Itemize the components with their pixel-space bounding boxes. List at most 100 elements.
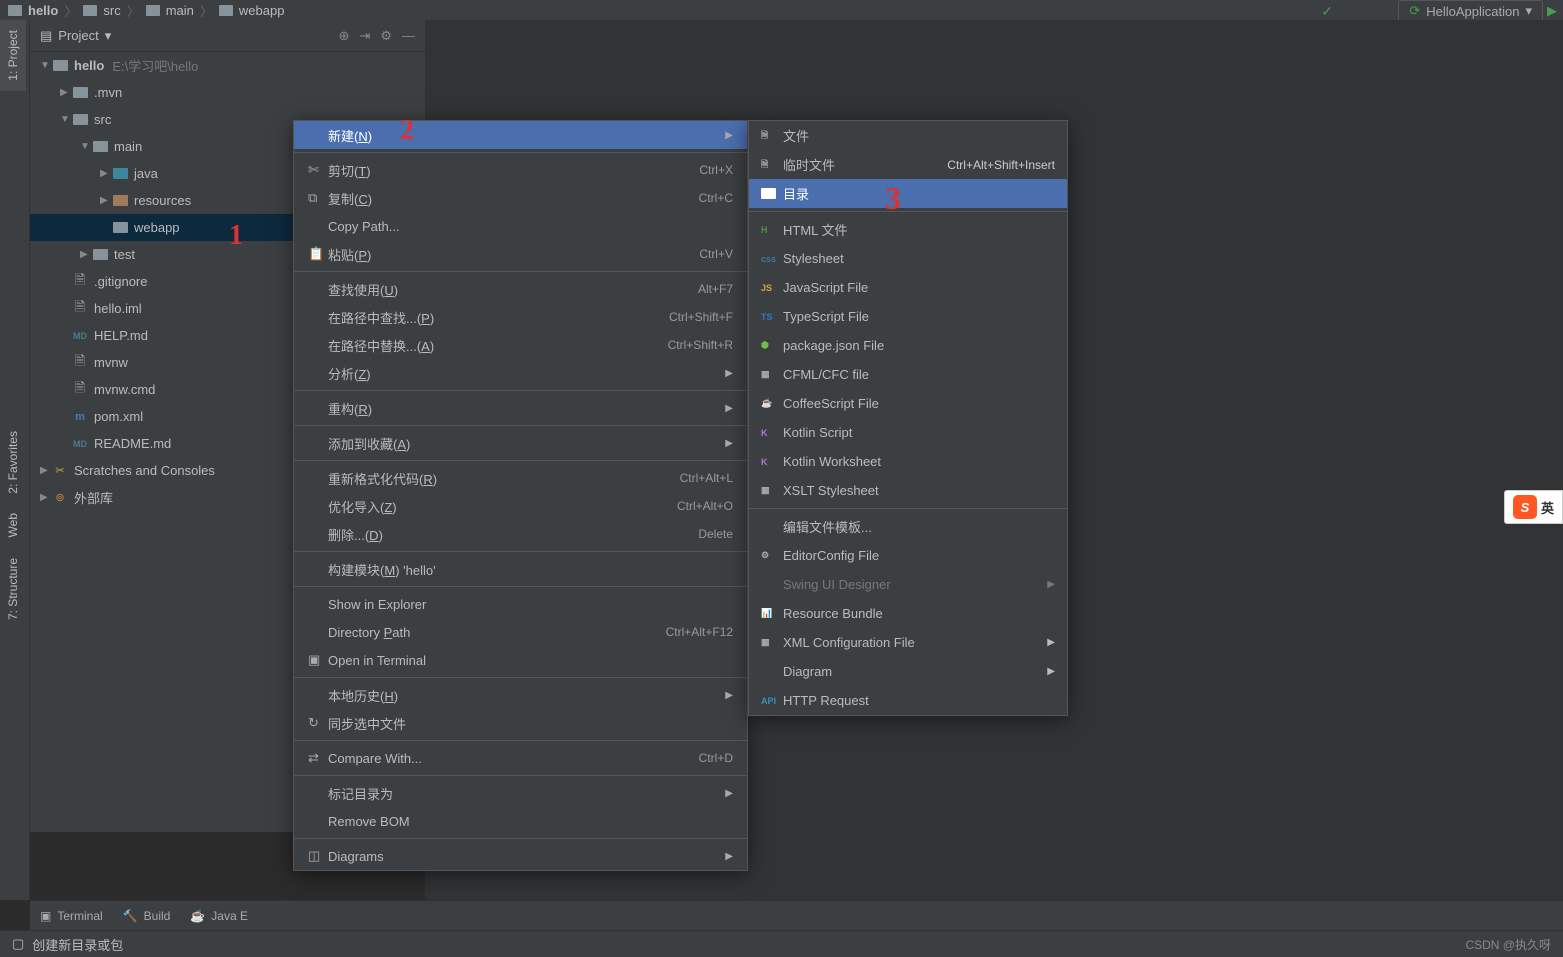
menu-item[interactable]: 查找使用(U)Alt+F7 [294,275,747,303]
menu-label: Show in Explorer [328,597,733,612]
submenu-arrow-icon: ▶ [725,851,733,862]
expand-arrow-icon[interactable] [100,168,112,179]
project-title[interactable]: Project [58,28,98,43]
locate-icon[interactable]: ⊕ [339,28,350,44]
submenu-label: Resource Bundle [783,606,883,621]
submenu-item[interactable]: JSJavaScript File [749,273,1067,302]
menu-item[interactable]: 优化导入(Z)Ctrl+Alt+O [294,492,747,520]
menu-item[interactable]: 本地历史(H)▶ [294,681,747,709]
menu-item[interactable]: ↻同步选中文件 [294,709,747,737]
menu-item[interactable]: Show in Explorer [294,590,747,618]
bottom-tab-terminal[interactable]: ▣Terminal [40,909,103,923]
minimize-icon[interactable]: — [402,28,415,44]
expand-arrow-icon[interactable] [60,87,72,98]
expand-arrow-icon[interactable] [80,141,92,152]
bottom-tool-tabs: ▣Terminal 🔨Build ☕Java E [30,900,1563,930]
menu-shortcut: Ctrl+Alt+L [680,471,733,485]
tab-favorites[interactable]: 2: Favorites [0,421,26,504]
submenu-item[interactable]: 🗎临时文件Ctrl+Alt+Shift+Insert [749,150,1067,179]
submenu-label: HTTP Request [783,693,869,708]
menu-item[interactable]: 构建模块(M) 'hello' [294,555,747,583]
submenu-item[interactable]: ▦XML Configuration File▶ [749,628,1067,657]
menu-item[interactable]: Directory PathCtrl+Alt+F12 [294,618,747,646]
submenu-item[interactable]: ▦CFML/CFC file [749,360,1067,389]
submenu-label: package.json File [783,338,884,353]
submenu-item[interactable]: HHTML 文件 [749,215,1067,244]
play-icon[interactable]: ▶ [1547,3,1557,19]
menu-label: Copy Path... [328,219,733,234]
menu-item[interactable]: 删除...(D)Delete [294,520,747,548]
menu-item[interactable]: 分析(Z)▶ [294,359,747,387]
submenu-item[interactable]: APIHTTP Request [749,686,1067,715]
run-config-label: HelloApplication [1426,4,1519,19]
menu-item[interactable]: ⧉复制(C)Ctrl+C [294,184,747,212]
menu-item[interactable]: 在路径中替换...(A)Ctrl+Shift+R [294,331,747,359]
menu-item[interactable]: 📋粘贴(P)Ctrl+V [294,240,747,268]
menu-item[interactable]: Remove BOM [294,807,747,835]
menu-item[interactable]: 重构(R)▶ [294,394,747,422]
gear-icon[interactable]: ⚙ [380,28,392,44]
breadcrumb-main[interactable]: main [166,3,194,18]
folder-icon [761,188,783,199]
breadcrumb-hello[interactable]: hello [28,3,58,18]
submenu-item[interactable]: KKotlin Script [749,418,1067,447]
ime-indicator[interactable]: S 英 [1504,490,1563,524]
tab-web[interactable]: Web [0,503,26,547]
submenu-item[interactable]: TSTypeScript File [749,302,1067,331]
breadcrumb-webapp[interactable]: webapp [239,3,285,18]
expand-arrow-icon[interactable] [40,60,52,71]
file-icon: 🗎 [75,298,85,320]
tab-icon: ▣ [40,909,51,923]
menu-shortcut: Ctrl+Shift+R [668,338,733,352]
submenu-item[interactable]: ▦XSLT Stylesheet [749,476,1067,505]
left-tool-tabs: 1: Project 2: Favorites Web 7: Structure [0,20,30,900]
submenu-item[interactable]: ⬢package.json File [749,331,1067,360]
submenu-item[interactable]: 编辑文件模板... [749,512,1067,541]
bottom-tab-java-e[interactable]: ☕Java E [190,909,248,923]
menu-item[interactable]: Copy Path... [294,212,747,240]
submenu-arrow-icon: ▶ [725,368,733,379]
submenu-item[interactable]: ☕CoffeeScript File [749,389,1067,418]
menu-label: 新建(N) [328,126,717,145]
annotation-1: 1 [229,220,243,252]
expand-arrow-icon[interactable] [100,195,112,206]
submenu-item[interactable]: KKotlin Worksheet [749,447,1067,476]
submenu-item: Swing UI Designer▶ [749,570,1067,599]
menu-item[interactable]: ✄剪切(T)Ctrl+X [294,156,747,184]
tree-root[interactable]: hello E:\学习吧\hello [30,52,425,79]
menu-label: 重新格式化代码(R) [328,469,680,488]
menu-item[interactable]: 新建(N)▶ [294,121,747,149]
collapse-icon[interactable]: ⇥ [359,28,370,44]
submenu-item[interactable]: ⚙EditorConfig File [749,541,1067,570]
menu-item[interactable]: ◫Diagrams▶ [294,842,747,870]
submenu-item[interactable]: cssStylesheet [749,244,1067,273]
submenu-item[interactable]: 🗎文件 [749,121,1067,150]
submenu-item[interactable]: 📊Resource Bundle [749,599,1067,628]
menu-item[interactable]: 标记目录为▶ [294,779,747,807]
tree-label: main [114,139,142,154]
menu-item[interactable]: ▣Open in Terminal [294,646,747,674]
menu-item[interactable]: ⇄Compare With...Ctrl+D [294,744,747,772]
menu-item[interactable]: 重新格式化代码(R)Ctrl+Alt+L [294,464,747,492]
submenu-item[interactable]: Diagram▶ [749,657,1067,686]
folder-icon [113,222,128,233]
expand-arrow-icon[interactable] [80,249,92,260]
tree-item--mvn[interactable]: .mvn [30,79,425,106]
breadcrumb-src[interactable]: src [103,3,120,18]
menu-icon: ↻ [308,715,328,731]
submenu-item[interactable]: 目录 [749,179,1067,208]
menu-label: 优化导入(Z) [328,497,677,516]
bottom-tab-build[interactable]: 🔨Build [123,909,171,923]
menu-label: 在路径中查找...(P) [328,308,669,327]
menu-label: 删除...(D) [328,525,698,544]
menu-separator [749,508,1067,509]
library-icon: ⊚ [52,491,68,505]
tree-label: pom.xml [94,409,143,424]
tab-structure[interactable]: 7: Structure [0,548,26,630]
tab-project[interactable]: 1: Project [0,20,26,91]
menu-item[interactable]: 在路径中查找...(P)Ctrl+Shift+F [294,303,747,331]
expand-arrow-icon[interactable] [60,114,72,125]
menu-item[interactable]: 添加到收藏(A)▶ [294,429,747,457]
run-configuration-dropdown[interactable]: ⟳ HelloApplication ▾ [1398,0,1543,22]
css-icon: css [761,254,783,264]
